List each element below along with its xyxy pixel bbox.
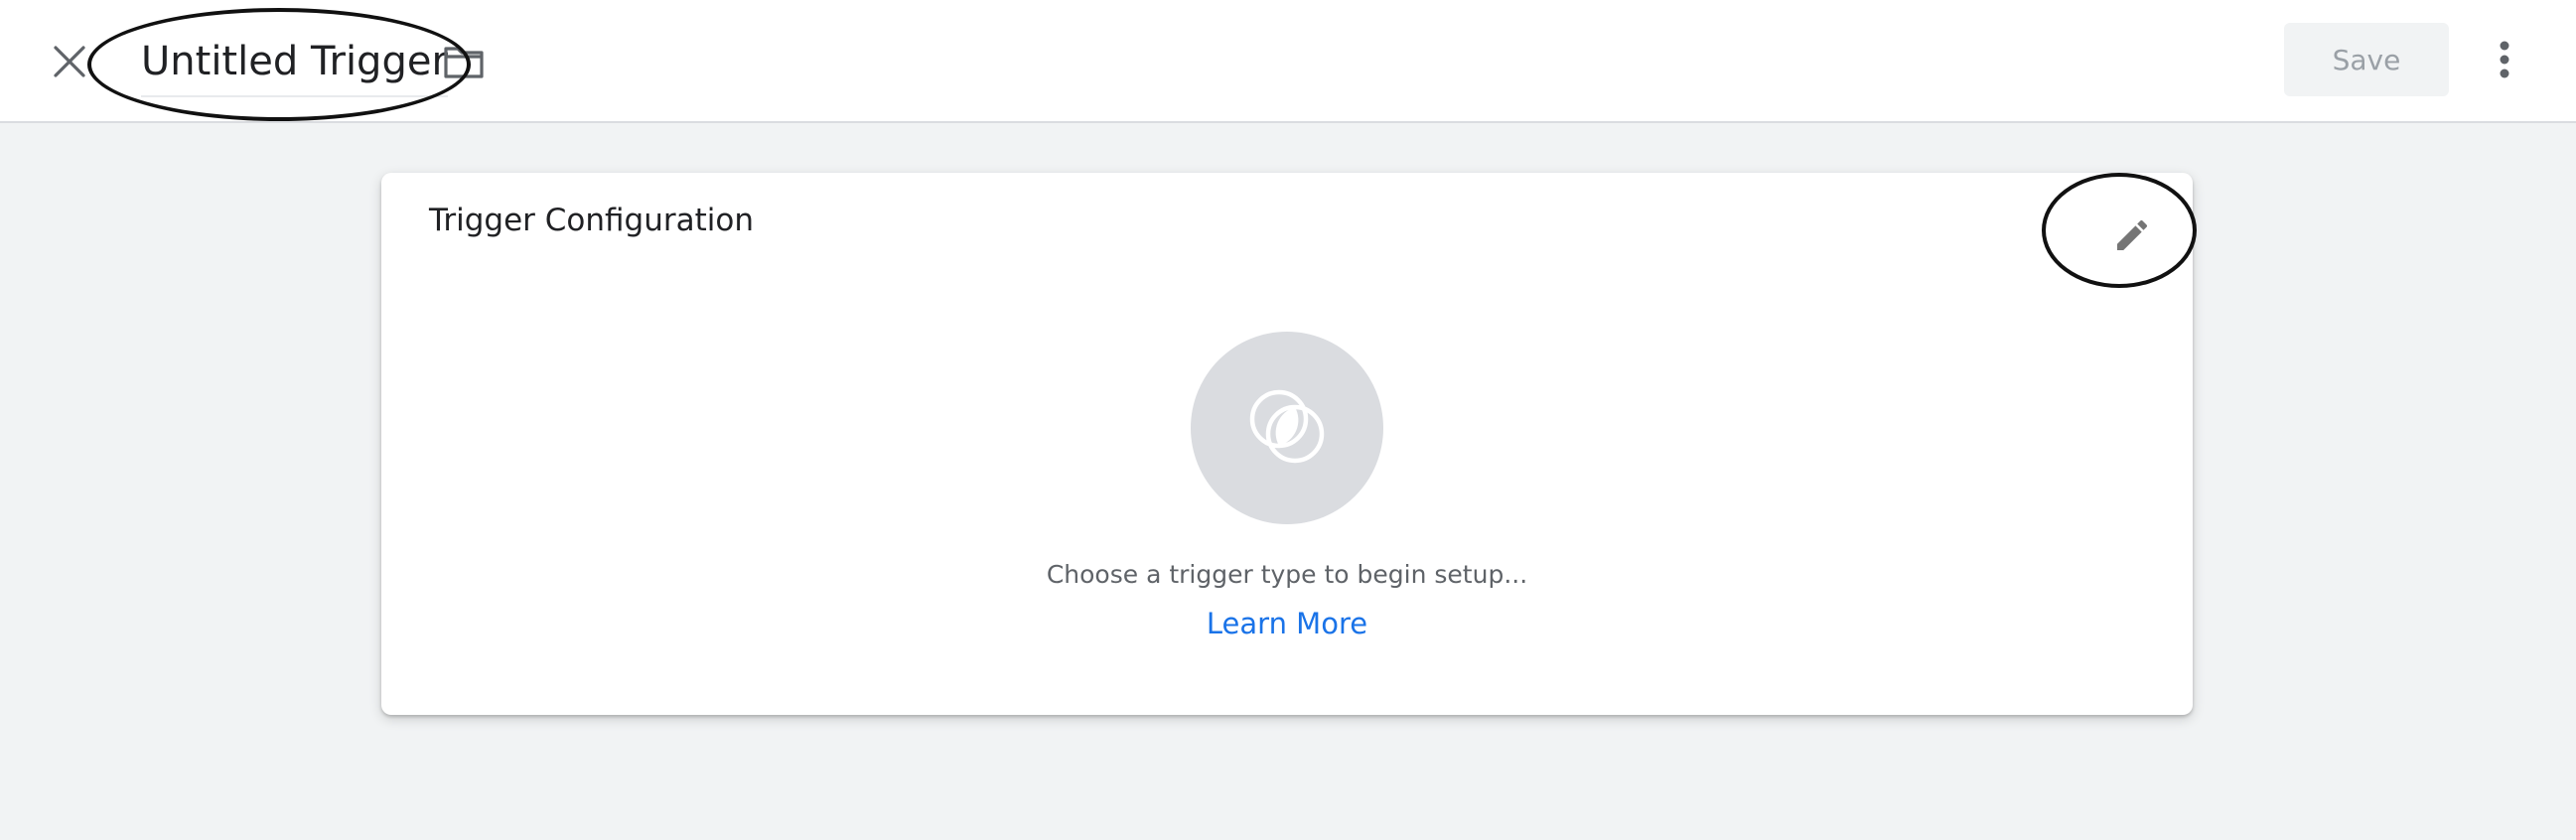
trigger-name-field[interactable]: Untitled Trigger: [141, 30, 448, 97]
edit-button[interactable]: [2099, 203, 2165, 268]
trigger-configuration-card[interactable]: Trigger Configuration Choose a trigger t…: [381, 173, 2197, 715]
top-bar: Untitled Trigger Save: [0, 0, 2576, 123]
trigger-type-icon: [1249, 389, 1325, 464]
title-underline: [141, 95, 448, 97]
close-button[interactable]: [46, 38, 93, 85]
more-vert-icon: [2500, 41, 2509, 78]
learn-more-link[interactable]: Learn More: [1207, 607, 1367, 640]
learn-more-row: Learn More: [381, 607, 2193, 640]
save-button[interactable]: Save: [2284, 23, 2449, 96]
folder-icon: [444, 47, 484, 78]
close-icon: [54, 46, 85, 77]
choose-trigger-type-area[interactable]: [1191, 332, 1383, 524]
folder-button[interactable]: [441, 40, 487, 85]
trigger-title[interactable]: Untitled Trigger: [141, 30, 448, 93]
more-options-button[interactable]: [2479, 34, 2530, 85]
pencil-icon: [2117, 219, 2148, 250]
setup-prompt-text: Choose a trigger type to begin setup...: [1046, 560, 1528, 589]
card-title: Trigger Configuration: [429, 203, 754, 238]
